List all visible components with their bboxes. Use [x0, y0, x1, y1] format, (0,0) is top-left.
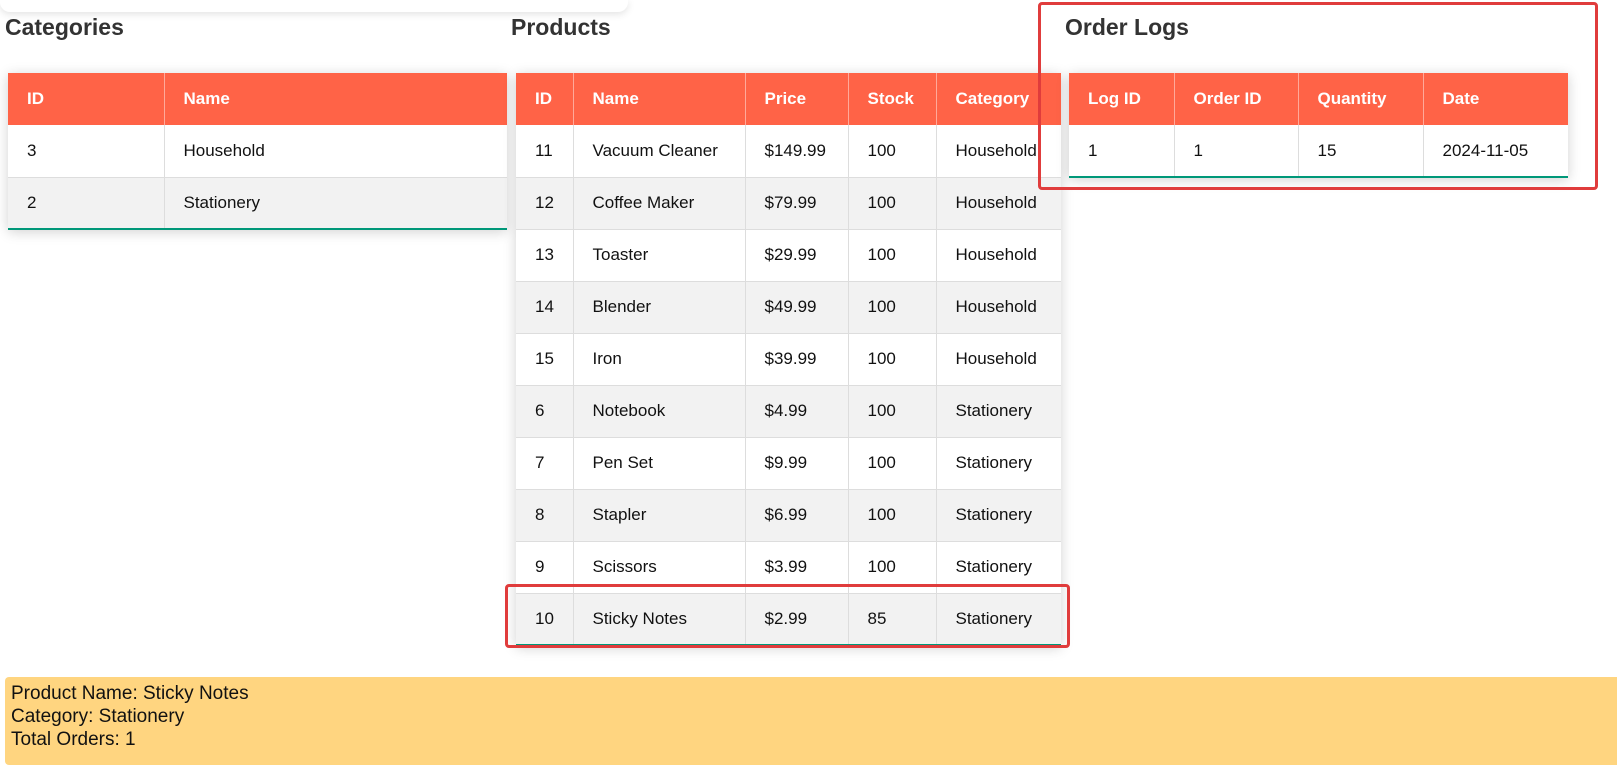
cell-id: 12 [516, 177, 574, 230]
table-row[interactable]: 8 Stapler $6.99 100 Stationery [516, 489, 1061, 542]
cell-name: Household [164, 125, 507, 178]
cell-id: 13 [516, 229, 574, 282]
table-row[interactable]: 11 Vacuum Cleaner $149.99 100 Household [516, 125, 1061, 178]
cell-stock: 100 [848, 125, 937, 178]
products-table: ID Name Price Stock Category 11 Vacuum Cl… [516, 73, 1061, 646]
cell-log-id: 1 [1069, 125, 1175, 178]
table-row[interactable]: 12 Coffee Maker $79.99 100 Household [516, 177, 1061, 230]
categories-title: Categories [5, 14, 124, 40]
cell-name: Sticky Notes [573, 593, 746, 646]
cell-quantity: 15 [1298, 125, 1424, 178]
cell-name: Coffee Maker [573, 177, 746, 230]
cell-order-id: 1 [1174, 125, 1299, 178]
info-product-name: Product Name: Sticky Notes [11, 683, 249, 704]
cell-price: $2.99 [745, 593, 849, 646]
column-header-quantity[interactable]: Quantity [1298, 73, 1424, 125]
table-row[interactable]: 14 Blender $49.99 100 Household [516, 281, 1061, 334]
cell-category: Household [936, 281, 1061, 334]
cell-id: 3 [8, 125, 165, 178]
cell-price: $79.99 [745, 177, 849, 230]
cell-stock: 100 [848, 229, 937, 282]
column-header-date[interactable]: Date [1423, 73, 1568, 125]
products-title: Products [511, 14, 611, 40]
top-panel-edge [0, 0, 628, 12]
table-row[interactable]: 3 Household [8, 125, 507, 178]
cell-id: 9 [516, 541, 574, 594]
cell-category: Stationery [936, 489, 1061, 542]
table-row[interactable]: 2 Stationery [8, 177, 507, 230]
column-header-id[interactable]: ID [8, 73, 165, 125]
table-header-row: ID Name [8, 73, 507, 125]
cell-price: $9.99 [745, 437, 849, 490]
cell-stock: 100 [848, 437, 937, 490]
cell-price: $49.99 [745, 281, 849, 334]
cell-id: 6 [516, 385, 574, 438]
column-header-price[interactable]: Price [745, 73, 849, 125]
cell-name: Stapler [573, 489, 746, 542]
cell-category: Stationery [936, 593, 1061, 646]
cell-name: Notebook [573, 385, 746, 438]
cell-stock: 100 [848, 489, 937, 542]
table-row[interactable]: 6 Notebook $4.99 100 Stationery [516, 385, 1061, 438]
cell-id: 11 [516, 125, 574, 178]
cell-category: Household [936, 333, 1061, 386]
cell-name: Scissors [573, 541, 746, 594]
table-row[interactable]: 13 Toaster $29.99 100 Household [516, 229, 1061, 282]
cell-price: $3.99 [745, 541, 849, 594]
table-row[interactable]: 7 Pen Set $9.99 100 Stationery [516, 437, 1061, 490]
cell-name: Stationery [164, 177, 507, 230]
column-header-name[interactable]: Name [164, 73, 507, 125]
cell-category: Stationery [936, 541, 1061, 594]
cell-stock: 85 [848, 593, 937, 646]
cell-name: Blender [573, 281, 746, 334]
column-header-category[interactable]: Category [936, 73, 1061, 125]
product-info-panel: Product Name: Sticky Notes Category: Sta… [5, 677, 1617, 765]
column-header-log-id[interactable]: Log ID [1069, 73, 1175, 125]
cell-price: $4.99 [745, 385, 849, 438]
table-header-row: Log ID Order ID Quantity Date [1069, 73, 1568, 125]
cell-id: 8 [516, 489, 574, 542]
cell-category: Household [936, 177, 1061, 230]
column-header-id[interactable]: ID [516, 73, 574, 125]
cell-category: Household [936, 125, 1061, 178]
cell-id: 14 [516, 281, 574, 334]
table-row[interactable]: 10 Sticky Notes $2.99 85 Stationery [516, 593, 1061, 646]
categories-table: ID Name 3 Household 2 Stationery [8, 73, 507, 230]
cell-id: 10 [516, 593, 574, 646]
cell-stock: 100 [848, 541, 937, 594]
cell-price: $29.99 [745, 229, 849, 282]
cell-date: 2024-11-05 [1423, 125, 1568, 178]
cell-id: 15 [516, 333, 574, 386]
order-logs-table: Log ID Order ID Quantity Date 1 1 15 202… [1069, 73, 1568, 178]
cell-category: Stationery [936, 437, 1061, 490]
info-total-orders: Total Orders: 1 [11, 729, 136, 750]
cell-price: $39.99 [745, 333, 849, 386]
cell-stock: 100 [848, 333, 937, 386]
column-header-name[interactable]: Name [573, 73, 746, 125]
table-row[interactable]: 9 Scissors $3.99 100 Stationery [516, 541, 1061, 594]
cell-name: Iron [573, 333, 746, 386]
cell-price: $149.99 [745, 125, 849, 178]
cell-category: Household [936, 229, 1061, 282]
cell-stock: 100 [848, 281, 937, 334]
column-header-stock[interactable]: Stock [848, 73, 937, 125]
column-header-order-id[interactable]: Order ID [1174, 73, 1299, 125]
cell-category: Stationery [936, 385, 1061, 438]
table-row[interactable]: 1 1 15 2024-11-05 [1069, 125, 1568, 178]
cell-name: Pen Set [573, 437, 746, 490]
cell-stock: 100 [848, 177, 937, 230]
table-header-row: ID Name Price Stock Category [516, 73, 1061, 125]
cell-id: 2 [8, 177, 165, 230]
cell-id: 7 [516, 437, 574, 490]
page: Categories ID Name 3 Household 2 Station… [0, 0, 1617, 765]
cell-stock: 100 [848, 385, 937, 438]
info-category: Category: Stationery [11, 706, 185, 727]
cell-name: Vacuum Cleaner [573, 125, 746, 178]
cell-name: Toaster [573, 229, 746, 282]
table-row[interactable]: 15 Iron $39.99 100 Household [516, 333, 1061, 386]
cell-price: $6.99 [745, 489, 849, 542]
order-logs-title: Order Logs [1065, 14, 1189, 40]
